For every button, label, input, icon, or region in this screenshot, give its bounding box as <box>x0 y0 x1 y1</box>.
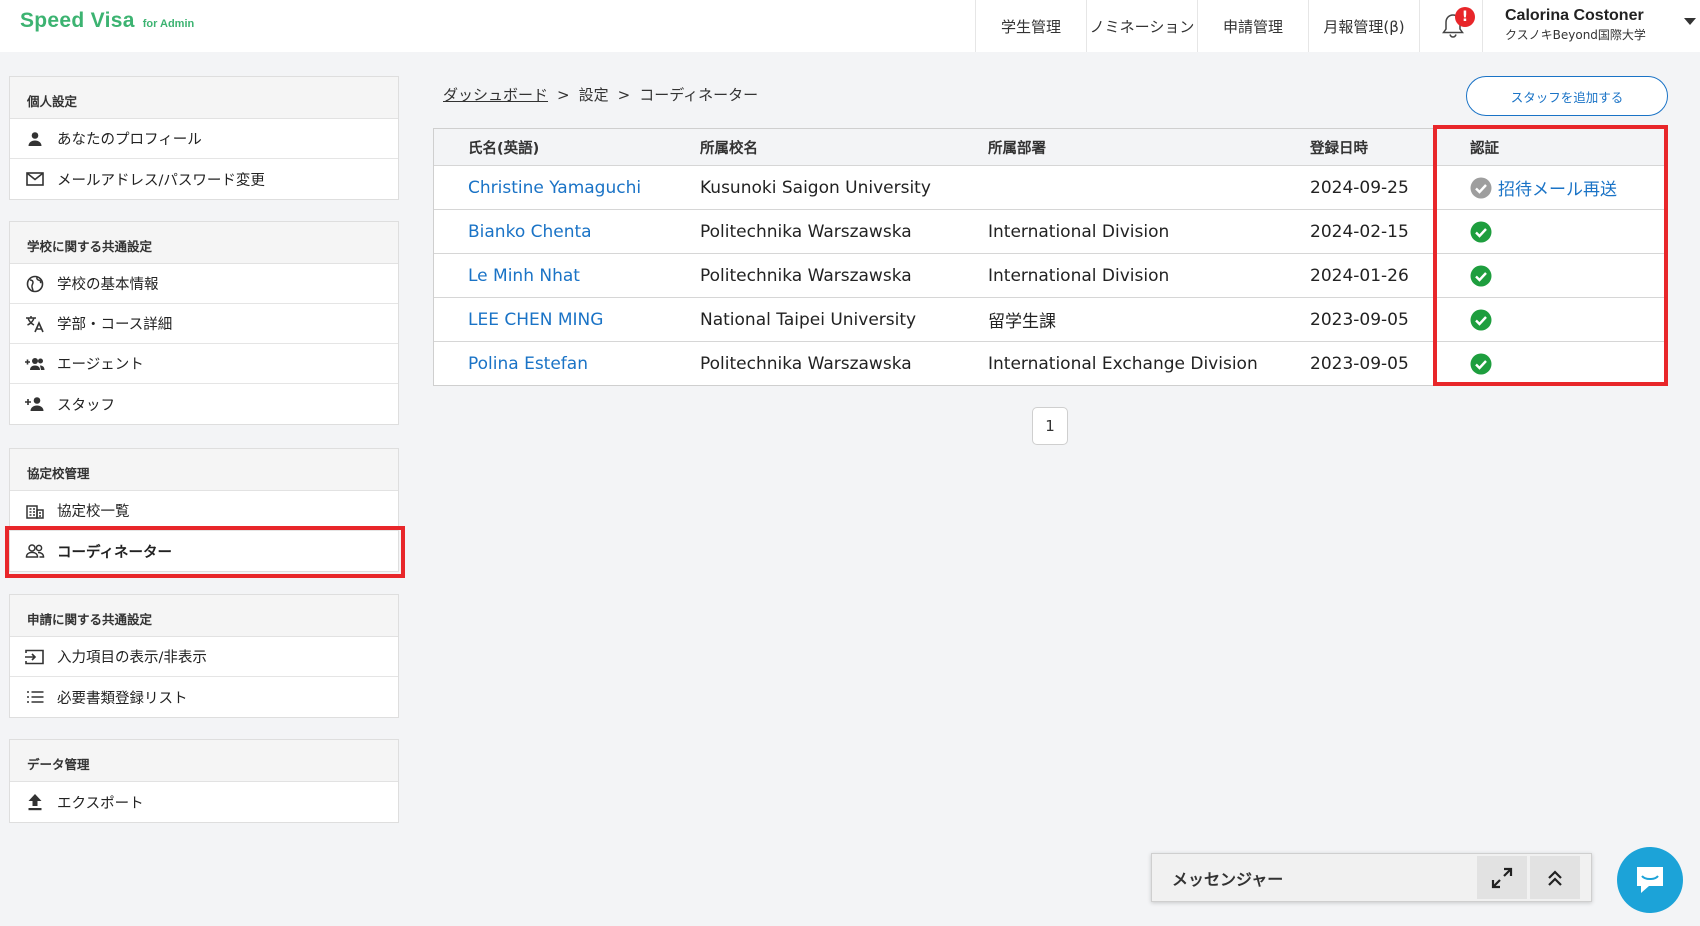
breadcrumb-separator: > <box>617 86 631 104</box>
logo-subtext: for Admin <box>142 18 195 30</box>
sidebar-data-management: データ管理 エクスポート <box>9 739 399 823</box>
cell-school: Politechnika Warszawska <box>700 353 912 374</box>
nav-monthly-report[interactable]: 月報管理(β) <box>1308 0 1419 52</box>
breadcrumb-separator: > <box>557 86 570 104</box>
sidebar-item-label: あなたのプロフィール <box>57 132 202 148</box>
add-staff-button[interactable]: スタッフを追加する <box>1466 76 1668 116</box>
coordinator-name-link[interactable]: Bianko Chenta <box>468 222 592 242</box>
chat-icon <box>1637 867 1663 893</box>
cell-school: Politechnika Warszawska <box>700 221 912 242</box>
sidebar-item-label: 学校の基本情報 <box>57 277 159 293</box>
messenger-collapse-button[interactable] <box>1530 856 1580 899</box>
sidebar-item-required-documents[interactable]: 必要書類登録リスト <box>10 677 398 717</box>
sidebar-item-label: エージェント <box>57 357 144 373</box>
cell-school: National Taipei University <box>700 309 917 330</box>
upload-icon <box>25 792 45 812</box>
sidebar-school-settings: 学校に関する共通設定 学校の基本情報 学部・コース詳細 エージェント スタッフ <box>9 221 399 425</box>
coordinator-name-link[interactable]: Polina Estefan <box>468 354 588 374</box>
cell-department: International Division <box>988 265 1170 286</box>
cell-school: Politechnika Warszawska <box>700 265 912 286</box>
sidebar-item-label: 入力項目の表示/非表示 <box>57 650 207 666</box>
sidebar-item-export[interactable]: エクスポート <box>10 782 398 822</box>
person-add-icon <box>25 394 45 414</box>
sidebar-section-title: 協定校管理 <box>10 449 398 491</box>
column-header-department: 所属部署 <box>988 140 1046 157</box>
sidebar-item-label: スタッフ <box>57 397 115 414</box>
chat-launcher-button[interactable] <box>1617 847 1683 913</box>
nav-application-management[interactable]: 申請管理 <box>1197 0 1308 52</box>
cell-department: International Division <box>988 221 1170 242</box>
sidebar-item-input-visibility[interactable]: 入力項目の表示/非表示 <box>10 637 398 677</box>
coordinator-name-link[interactable]: Christine Yamaguchi <box>468 178 641 198</box>
cell-department: 留学生課 <box>988 312 1056 332</box>
user-school: クスノキBeyond国際大学 <box>1505 28 1646 42</box>
messenger-expand-button[interactable] <box>1477 856 1527 899</box>
globe-icon <box>25 274 45 294</box>
column-header-name: 氏名(英語) <box>468 140 540 157</box>
list-icon <box>25 687 45 707</box>
user-menu[interactable]: Calorina Costoner クスノキBeyond国際大学 <box>1482 0 1700 52</box>
group-add-icon <box>25 354 45 374</box>
cell-school: Kusunoki Saigon University <box>700 177 931 198</box>
sidebar-section-title: 申請に関する共通設定 <box>10 595 398 637</box>
double-chevron-up-icon <box>1548 869 1562 886</box>
sidebar-item-partner-list[interactable]: 協定校一覧 <box>10 491 398 531</box>
user-name: Calorina Costoner <box>1505 7 1644 24</box>
breadcrumb-dashboard[interactable]: ダッシュボード <box>443 86 548 104</box>
messenger-title: メッセンジャー <box>1172 869 1284 889</box>
column-header-school: 所属校名 <box>700 140 758 157</box>
cell-registered: 2024-09-25 <box>1310 177 1409 198</box>
sidebar-section-title: 学校に関する共通設定 <box>10 222 398 264</box>
column-header-registered: 登録日時 <box>1310 140 1368 157</box>
pagination-page-button[interactable]: 1 <box>1032 407 1068 445</box>
nav-nomination[interactable]: ノミネーション <box>1086 0 1197 52</box>
sidebar-item-label: エクスポート <box>57 795 144 812</box>
sidebar-item-label: メールアドレス/パスワード変更 <box>57 172 265 189</box>
sidebar-section-title: 個人設定 <box>10 77 398 119</box>
sidebar-item-label: 学部・コース詳細 <box>57 317 173 333</box>
app-logo[interactable]: Speed Visa for Admin <box>20 9 194 33</box>
cell-registered: 2023-09-05 <box>1310 353 1409 374</box>
mail-icon <box>25 169 45 189</box>
cell-registered: 2024-02-15 <box>1310 221 1409 242</box>
breadcrumb: ダッシュボード > 設定 > コーディネーター <box>443 84 758 105</box>
cell-registered: 2024-01-26 <box>1310 265 1409 286</box>
sidebar-item-label: 必要書類登録リスト <box>57 690 188 707</box>
breadcrumb-settings[interactable]: 設定 <box>579 86 609 104</box>
sidebar-application-settings: 申請に関する共通設定 入力項目の表示/非表示 必要書類登録リスト <box>9 594 399 718</box>
notification-badge: ! <box>1455 7 1475 27</box>
person-icon <box>25 129 45 149</box>
highlight-box-coordinator <box>5 526 405 578</box>
cell-registered: 2023-09-05 <box>1310 309 1409 330</box>
main-nav: 学生管理 ノミネーション 申請管理 月報管理(β) ! <box>975 0 1485 52</box>
sidebar-item-staff[interactable]: スタッフ <box>10 384 398 424</box>
cell-department: International Exchange Division <box>988 353 1258 374</box>
coordinator-name-link[interactable]: Le Minh Nhat <box>468 266 580 286</box>
translate-icon <box>25 314 45 334</box>
caret-down-icon <box>1684 18 1696 25</box>
notification-button[interactable]: ! <box>1419 0 1485 52</box>
highlight-box-auth-column <box>1433 125 1668 386</box>
top-header: Speed Visa for Admin 学生管理 ノミネーション 申請管理 月… <box>0 0 1700 52</box>
sidebar-item-agent[interactable]: エージェント <box>10 344 398 384</box>
input-icon <box>25 647 45 667</box>
nav-student-management[interactable]: 学生管理 <box>975 0 1086 52</box>
coordinator-name-link[interactable]: LEE CHEN MING <box>468 310 603 330</box>
logo-text: Speed Visa <box>20 9 135 32</box>
messenger-panel[interactable]: メッセンジャー <box>1151 853 1592 902</box>
sidebar-item-label: 協定校一覧 <box>57 504 130 520</box>
sidebar-item-school-info[interactable]: 学校の基本情報 <box>10 264 398 304</box>
sidebar-section-title: データ管理 <box>10 740 398 782</box>
sidebar-item-email-password[interactable]: メールアドレス/パスワード変更 <box>10 159 398 199</box>
sidebar-personal-settings: 個人設定 あなたのプロフィール メールアドレス/パスワード変更 <box>9 76 399 200</box>
breadcrumb-current: コーディネーター <box>639 86 759 104</box>
building-icon <box>25 501 45 521</box>
sidebar-item-profile[interactable]: あなたのプロフィール <box>10 119 398 159</box>
sidebar-item-faculty-course[interactable]: 学部・コース詳細 <box>10 304 398 344</box>
expand-icon <box>1491 867 1513 888</box>
